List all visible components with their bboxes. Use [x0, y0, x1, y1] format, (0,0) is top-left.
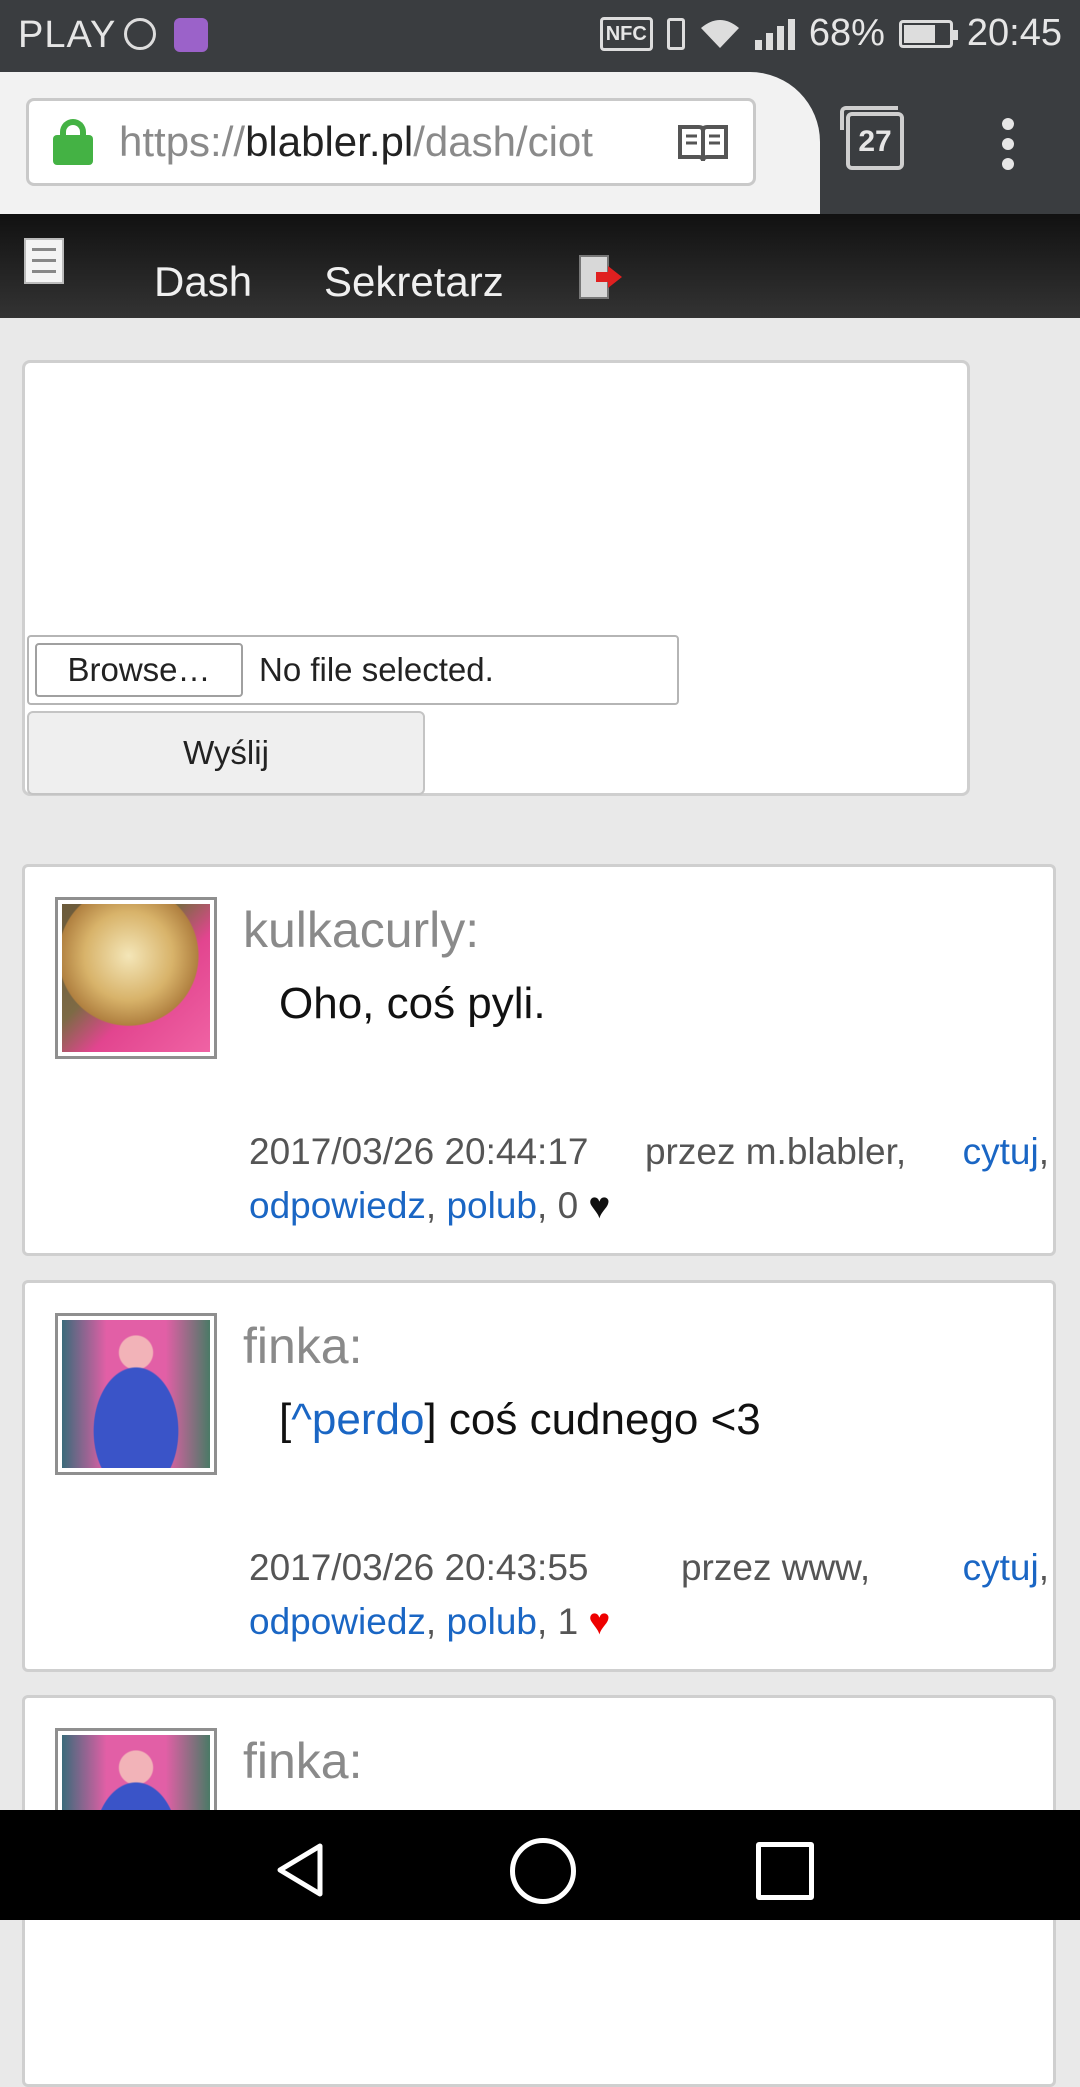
url-text[interactable]: https://blabler.pl/dash/ciot — [119, 118, 659, 166]
post-timestamp: 2017/03/26 20:43:55 — [249, 1547, 589, 1588]
post-author[interactable]: finka: — [243, 1732, 363, 1790]
post-meta: 2017/03/26 20:43:55 przez www, cytuj, od… — [249, 1541, 1049, 1649]
nav-dash[interactable]: Dash — [154, 258, 252, 306]
clock: 20:45 — [966, 12, 1062, 54]
overflow-menu-icon[interactable] — [998, 118, 1018, 174]
post-author[interactable]: kulkacurly: — [243, 901, 479, 959]
home-icon[interactable] — [510, 1838, 576, 1904]
site-nav: Dash Sekretarz — [0, 214, 1080, 318]
logout-icon[interactable] — [578, 254, 624, 300]
like-count: 0 — [557, 1185, 579, 1226]
post-card: kulkacurly: Oho, coś pyli. 2017/03/26 20… — [22, 864, 1056, 1256]
reply-link[interactable]: odpowiedz — [249, 1601, 426, 1642]
address-bar[interactable]: https://blabler.pl/dash/ciot — [26, 98, 756, 186]
post-source: przez www, — [680, 1547, 871, 1588]
page-icon[interactable] — [24, 238, 64, 284]
send-button[interactable]: Wyślij — [27, 711, 425, 795]
post-source: przez m.blabler, — [644, 1131, 907, 1172]
browse-button[interactable]: Browse… — [35, 643, 243, 697]
post-meta: 2017/03/26 20:44:17 przez m.blabler, cyt… — [249, 1125, 1049, 1233]
wifi-icon — [700, 19, 739, 48]
signal-icon — [754, 18, 795, 50]
like-count: 1 — [557, 1601, 579, 1642]
url-tab: https://blabler.pl/dash/ciot — [0, 72, 820, 214]
tabs-icon[interactable]: 27 — [840, 106, 904, 170]
post-message: Oho, coś pyli. — [279, 979, 546, 1028]
like-link[interactable]: polub — [446, 1601, 537, 1642]
like-link[interactable]: polub — [446, 1185, 537, 1226]
mention-link[interactable]: ^perdo — [291, 1395, 424, 1444]
upload-form: Browse… No file selected. Wyślij — [22, 360, 970, 796]
back-icon[interactable] — [270, 1840, 330, 1900]
battery-icon — [898, 19, 958, 48]
battery-percent: 68% — [808, 12, 885, 54]
avatar[interactable] — [55, 1313, 217, 1475]
reply-link[interactable]: odpowiedz — [249, 1185, 426, 1226]
quote-link[interactable]: cytuj — [963, 1131, 1039, 1172]
post-message: [^perdo] coś cudnego <3 — [279, 1395, 761, 1444]
file-input[interactable]: Browse… No file selected. — [27, 635, 679, 705]
reader-mode-icon[interactable] — [677, 123, 729, 163]
browser-toolbar: https://blabler.pl/dash/ciot 27 — [0, 72, 1080, 214]
nfc-icon: NFC — [599, 16, 653, 51]
heart-icon: ♥ — [588, 1601, 611, 1642]
notification-app-icon — [124, 18, 156, 50]
nav-sekretarz[interactable]: Sekretarz — [324, 258, 504, 306]
post-author[interactable]: finka: — [243, 1317, 363, 1375]
recents-icon[interactable] — [756, 1842, 814, 1900]
post-card: finka: [^perdo] coś cudnego <3 2017/03/2… — [22, 1280, 1056, 1672]
heart-icon: ♥ — [588, 1185, 611, 1226]
post-timestamp: 2017/03/26 20:44:17 — [249, 1131, 589, 1172]
quote-link[interactable]: cytuj — [963, 1547, 1039, 1588]
file-status: No file selected. — [259, 651, 494, 688]
carrier-label: PLAY — [18, 14, 117, 56]
gallery-notification-icon — [174, 18, 208, 52]
lock-icon[interactable] — [53, 119, 93, 165]
system-nav-bar — [0, 1810, 1080, 1920]
avatar[interactable] — [55, 897, 217, 1059]
vibrate-icon — [666, 17, 685, 50]
status-bar: PLAY NFC 68% 20:45 — [0, 0, 1080, 72]
